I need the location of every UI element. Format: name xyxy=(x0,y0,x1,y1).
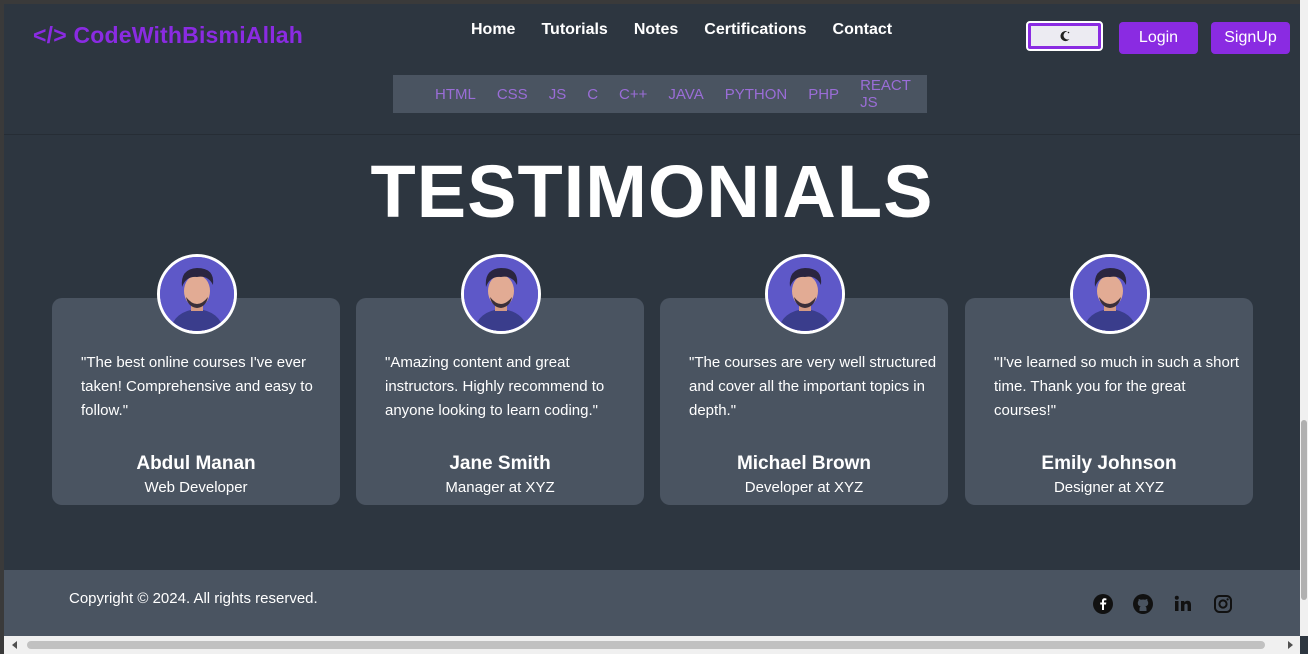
facebook-icon[interactable] xyxy=(1092,593,1114,615)
brand-symbol: </> xyxy=(33,22,67,48)
language-subnav: HTML CSS JS C C++ JAVA PYTHON PHP REACT … xyxy=(393,75,927,113)
instagram-icon[interactable] xyxy=(1212,593,1234,615)
testimonial-name: Michael Brown xyxy=(736,453,872,474)
testimonial-quote: "The best online courses I've ever taken… xyxy=(81,354,313,419)
avatar xyxy=(765,254,845,334)
login-button[interactable]: Login xyxy=(1119,22,1198,54)
testimonial-role: Web Developer xyxy=(144,479,248,496)
avatar xyxy=(1070,254,1150,334)
brand-name: CodeWithBismiAllah xyxy=(73,22,304,48)
nav-tutorials[interactable]: Tutorials xyxy=(541,21,607,39)
brand-logo[interactable]: </> CodeWithBismiAllah xyxy=(33,22,303,49)
subnav-css[interactable]: CSS xyxy=(497,86,528,103)
linkedin-icon[interactable] xyxy=(1172,593,1194,615)
testimonial-role: Manager at XYZ xyxy=(445,479,555,496)
testimonial-name: Abdul Manan xyxy=(136,453,256,474)
avatar xyxy=(157,254,237,334)
scroll-right-arrow-icon[interactable] xyxy=(1285,640,1295,650)
testimonial-quote: "The courses are very well structured an… xyxy=(689,354,937,419)
testimonial-quote: "Amazing content and great instructors. … xyxy=(385,354,605,419)
signup-button[interactable]: SignUp xyxy=(1211,22,1290,54)
page: </> CodeWithBismiAllah Home Tutorials No… xyxy=(4,4,1300,636)
footer: Copyright © 2024. All rights reserved. xyxy=(4,570,1300,636)
subnav-java[interactable]: JAVA xyxy=(668,86,703,103)
scroll-left-arrow-icon[interactable] xyxy=(10,640,20,650)
nav-notes[interactable]: Notes xyxy=(634,21,678,39)
theme-toggle-button[interactable] xyxy=(1026,21,1103,51)
testimonial-role: Designer at XYZ xyxy=(1053,479,1165,496)
vertical-scrollbar-thumb[interactable] xyxy=(1301,420,1307,600)
nav-home[interactable]: Home xyxy=(471,21,515,39)
subnav-cpp[interactable]: C++ xyxy=(619,86,647,103)
subnav-php[interactable]: PHP xyxy=(808,86,839,103)
horizontal-scrollbar[interactable] xyxy=(4,636,1300,654)
subnav-c[interactable]: C xyxy=(587,86,598,103)
page-title: TESTIMONIALS xyxy=(370,150,934,233)
subnav-js[interactable]: JS xyxy=(549,86,567,103)
header-divider xyxy=(4,134,1300,135)
nav-contact[interactable]: Contact xyxy=(833,21,893,39)
vertical-scrollbar[interactable] xyxy=(1300,0,1308,636)
social-links xyxy=(1092,593,1234,615)
horizontal-scrollbar-thumb[interactable] xyxy=(27,641,1265,649)
subnav-react[interactable]: REACT JS xyxy=(860,77,927,111)
testimonial-name: Emily Johnson xyxy=(1041,453,1177,474)
testimonial-role: Developer at XYZ xyxy=(744,479,864,496)
subnav-python[interactable]: PYTHON xyxy=(725,86,788,103)
main-nav: Home Tutorials Notes Certifications Cont… xyxy=(471,21,892,39)
nav-certifications[interactable]: Certifications xyxy=(704,21,806,39)
subnav-html[interactable]: HTML xyxy=(435,86,476,103)
copyright-text: Copyright © 2024. All rights reserved. xyxy=(69,590,318,607)
moon-icon xyxy=(1059,31,1069,42)
avatar xyxy=(461,254,541,334)
theme-toggle-track xyxy=(1031,26,1098,46)
testimonial-name: Jane Smith xyxy=(449,453,551,474)
github-icon[interactable] xyxy=(1132,593,1154,615)
testimonial-quote: "I've learned so much in such a short ti… xyxy=(994,354,1239,419)
